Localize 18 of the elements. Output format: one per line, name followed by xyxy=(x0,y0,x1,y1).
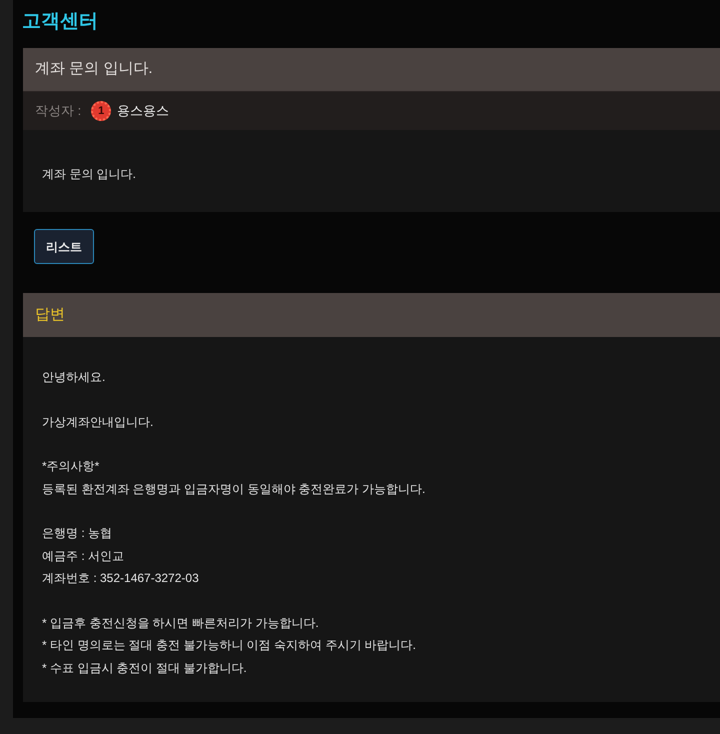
post-title: 계좌 문의 입니다. xyxy=(35,59,153,80)
author-name: 용스용스 xyxy=(117,102,170,120)
answer-line: 은행명 : 농협 xyxy=(42,525,112,542)
author-label: 작성자 : xyxy=(35,102,82,120)
answer-line: * 타인 명의로는 절대 충전 불가능하니 이점 숙지하여 주시기 바랍니다. xyxy=(42,637,416,654)
answer-line: 예금주 : 서인교 xyxy=(42,548,124,564)
answer-line: * 수표 입금시 충전이 절대 불가합니다. xyxy=(42,660,247,676)
answer-line: 가상계좌안내입니다. xyxy=(42,414,154,430)
list-button[interactable]: 리스트 xyxy=(34,229,94,264)
answer-heading: 답변 xyxy=(35,304,65,325)
level-badge: 1 xyxy=(91,101,112,121)
post-body: 계좌 문의 입니다. xyxy=(42,167,136,181)
answer-line: 계좌번호 : 352-1467-3272-03 xyxy=(42,570,199,587)
answer-line: * 입금후 충전신청을 하시면 빠른처리가 가능합니다. xyxy=(42,614,319,632)
answer-line: *주의사항* xyxy=(42,458,100,475)
answer-line: 등록된 환전계좌 은행명과 입금자명이 동일해야 충전완료가 가능합니다. xyxy=(42,480,426,498)
answer-line: 안녕하세요. xyxy=(42,369,106,386)
page-title: 고객센터 xyxy=(22,10,98,34)
